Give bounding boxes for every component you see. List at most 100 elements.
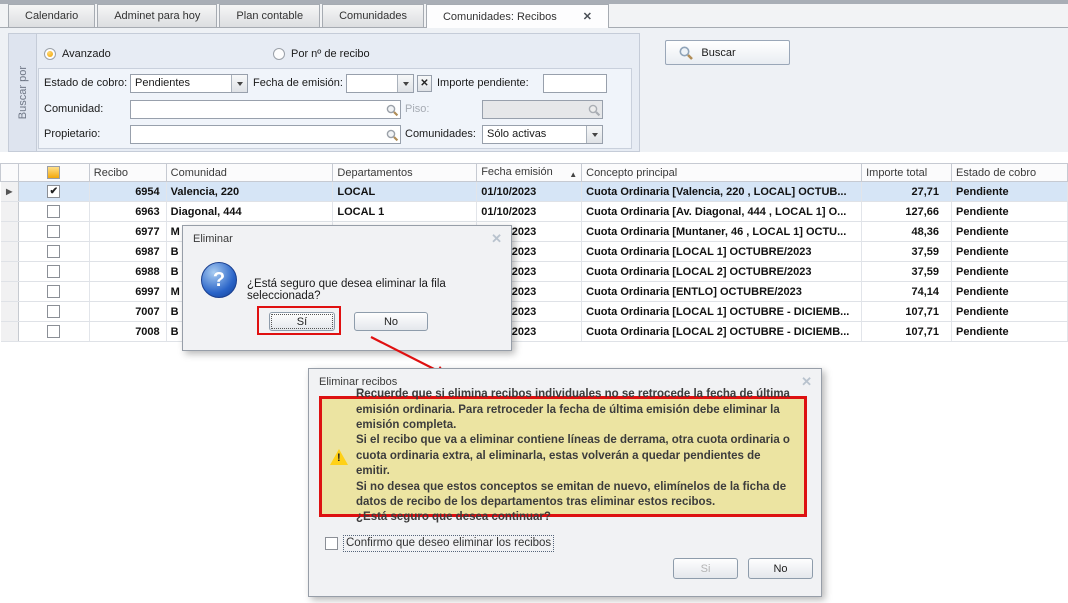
row-checkbox-cell[interactable] xyxy=(18,262,89,282)
estado-de-cobro-combobox[interactable]: Pendientes xyxy=(130,74,248,93)
row-checkbox-cell[interactable] xyxy=(18,282,89,302)
row-checkbox[interactable] xyxy=(47,325,60,338)
row-indicator-cell xyxy=(1,302,19,322)
radio-por-numero[interactable]: Por nº de recibo xyxy=(273,47,370,61)
search-panel-side-tab[interactable]: Buscar por xyxy=(8,33,37,152)
cell-estado: Pendiente xyxy=(952,242,1068,262)
select-all-checkbox-header[interactable] xyxy=(18,164,89,182)
warning-box: Recuerde que si elimina recibos individu… xyxy=(319,396,807,517)
row-indicator-cell xyxy=(1,282,19,302)
confirm-checkbox[interactable] xyxy=(325,537,338,550)
comunidades-label: Comunidades: xyxy=(405,125,476,144)
row-checkbox-cell[interactable] xyxy=(18,222,89,242)
column-header-comunidad[interactable]: Comunidad xyxy=(166,164,333,182)
cell-recibo: 6963 xyxy=(89,202,166,222)
row-indicator-cell xyxy=(1,322,19,342)
row-checkbox[interactable] xyxy=(47,285,60,298)
tab-close-icon[interactable]: ✕ xyxy=(583,10,592,23)
column-header-recibo[interactable]: Recibo xyxy=(89,164,166,182)
table-row[interactable]: 7007B01/10/2023Cuota Ordinaria [LOCAL 1]… xyxy=(1,302,1068,322)
chevron-down-icon[interactable] xyxy=(231,75,247,92)
radio-por-numero-label: Por nº de recibo xyxy=(291,48,370,60)
table-row[interactable]: 6997M01/10/2023Cuota Ordinaria [ENTLO] O… xyxy=(1,282,1068,302)
row-checkbox-cell[interactable] xyxy=(18,242,89,262)
cell-recibo: 6954 xyxy=(89,182,166,202)
yes-button[interactable]: Si xyxy=(673,558,738,579)
comunidades-combobox[interactable]: Sólo activas xyxy=(482,125,603,144)
table-row[interactable]: 6977M01/10/2023Cuota Ordinaria [Muntaner… xyxy=(1,222,1068,242)
tab-plan-contable[interactable]: Plan contable xyxy=(219,4,320,27)
chevron-down-icon[interactable] xyxy=(397,75,413,92)
radio-avanzado[interactable]: Avanzado xyxy=(44,47,111,61)
chevron-down-icon[interactable] xyxy=(586,126,602,143)
fecha-emision-combobox[interactable] xyxy=(346,74,414,93)
cell-estado: Pendiente xyxy=(952,282,1068,302)
cell-recibo: 6988 xyxy=(89,262,166,282)
row-checkbox[interactable] xyxy=(47,225,60,238)
column-header-concepto[interactable]: Concepto principal xyxy=(582,164,862,182)
no-button[interactable]: No xyxy=(748,558,813,579)
magnifier-icon[interactable] xyxy=(384,126,400,143)
column-header-importe[interactable]: Importe total xyxy=(862,164,952,182)
row-indicator-cell: ▶ xyxy=(1,182,19,202)
buscar-button-label: Buscar xyxy=(701,47,735,59)
select-all-checkbox-icon[interactable] xyxy=(47,166,60,179)
cell-concepto: Cuota Ordinaria [LOCAL 1] OCTUBRE/2023 xyxy=(582,242,862,262)
row-checkbox[interactable] xyxy=(47,205,60,218)
cell-concepto: Cuota Ordinaria [ENTLO] OCTUBRE/2023 xyxy=(582,282,862,302)
column-header-departamentos[interactable]: Departamentos xyxy=(333,164,477,182)
row-checkbox-cell[interactable] xyxy=(18,302,89,322)
cell-recibo: 7008 xyxy=(89,322,166,342)
close-icon[interactable]: ✕ xyxy=(491,231,502,247)
radio-avanzado-label: Avanzado xyxy=(62,48,111,60)
buscar-button[interactable]: Buscar xyxy=(665,40,790,65)
row-indicator-cell xyxy=(1,222,19,242)
cell-estado: Pendiente xyxy=(952,222,1068,242)
yes-button[interactable]: Sí xyxy=(269,312,335,331)
cell-departamentos: LOCAL xyxy=(333,182,477,202)
column-header-fecha[interactable]: ▲Fecha emisión xyxy=(477,164,582,182)
cell-concepto: Cuota Ordinaria [LOCAL 1] OCTUBRE - DICI… xyxy=(582,302,862,322)
tab-comunidades-recibos[interactable]: Comunidades: Recibos✕ xyxy=(426,4,609,28)
row-checkbox[interactable]: ✔ xyxy=(47,185,60,198)
magnifier-icon[interactable] xyxy=(384,101,400,118)
dialog-eliminar: Eliminar ✕ ? ¿Está seguro que desea elim… xyxy=(182,225,512,351)
cell-estado: Pendiente xyxy=(952,262,1068,282)
cell-importe: 27,71 xyxy=(862,182,952,202)
table-row[interactable]: 6987B01/10/2023Cuota Ordinaria [LOCAL 1]… xyxy=(1,242,1068,262)
warning-icon xyxy=(322,449,356,465)
tab-adminet-para-hoy[interactable]: Adminet para hoy xyxy=(97,4,217,27)
table-row[interactable]: 6988B01/10/2023Cuota Ordinaria [LOCAL 2]… xyxy=(1,262,1068,282)
confirm-checkbox-row[interactable]: Confirmo que deseo eliminar los recibos xyxy=(325,535,554,552)
row-checkbox[interactable] xyxy=(47,245,60,258)
tab-calendario[interactable]: Calendario xyxy=(8,4,95,27)
confirm-message: ¿Está seguro que desea eliminar la fila … xyxy=(247,278,511,302)
clear-date-button[interactable]: ✕ xyxy=(417,75,432,92)
cell-concepto: Cuota Ordinaria [Muntaner, 46 , LOCAL 1]… xyxy=(582,222,862,242)
row-checkbox[interactable] xyxy=(47,265,60,278)
cell-concepto: Cuota Ordinaria [LOCAL 2] OCTUBRE/2023 xyxy=(582,262,862,282)
tab-bar: CalendarioAdminet para hoyPlan contable C… xyxy=(0,4,1068,28)
importe-pendiente-input[interactable] xyxy=(543,74,607,93)
row-checkbox-cell[interactable]: ✔ xyxy=(18,182,89,202)
cell-comunidad: Diagonal, 444 xyxy=(166,202,333,222)
tab-label: Comunidades xyxy=(339,10,407,22)
dialog-eliminar-recibos: Eliminar recibos ✕ Recuerde que si elimi… xyxy=(308,368,822,597)
cell-estado: Pendiente xyxy=(952,182,1068,202)
table-row[interactable]: 6963Diagonal, 444LOCAL 101/10/2023Cuota … xyxy=(1,202,1068,222)
comunidad-input[interactable] xyxy=(130,100,401,119)
row-checkbox-cell[interactable] xyxy=(18,202,89,222)
tab-comunidades[interactable]: Comunidades xyxy=(322,4,424,27)
row-checkbox-cell[interactable] xyxy=(18,322,89,342)
table-row[interactable]: ▶✔6954Valencia, 220LOCAL01/10/2023Cuota … xyxy=(1,182,1068,202)
column-header-estado[interactable]: Estado de cobro xyxy=(952,164,1068,182)
propietario-input[interactable] xyxy=(130,125,401,144)
dialog-title: Eliminar xyxy=(193,233,233,245)
magnifier-icon xyxy=(586,101,602,118)
no-button[interactable]: No xyxy=(354,312,428,331)
estado-de-cobro-label: Estado de cobro: xyxy=(44,74,127,93)
table-row[interactable]: 7008B01/10/2023Cuota Ordinaria [LOCAL 2]… xyxy=(1,322,1068,342)
sort-ascending-icon: ▲ xyxy=(569,170,577,179)
row-checkbox[interactable] xyxy=(47,305,60,318)
comunidad-label: Comunidad: xyxy=(44,100,103,119)
